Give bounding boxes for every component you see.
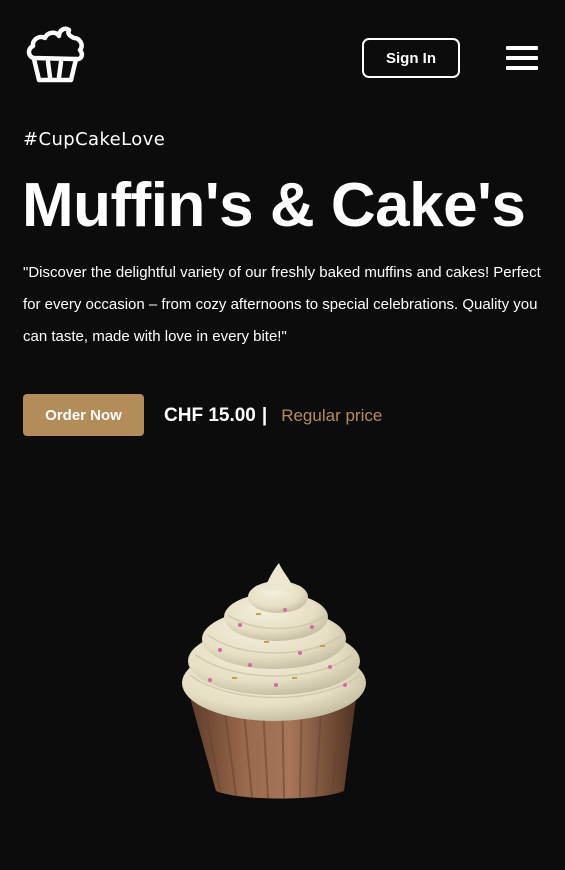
- cupcake-image: [180, 555, 390, 805]
- site-header: Sign In: [0, 0, 565, 115]
- price-separator: |: [261, 405, 268, 426]
- menu-line: [506, 56, 538, 60]
- hashtag: #CupCakeLove: [23, 129, 166, 150]
- hamburger-menu-icon[interactable]: [506, 46, 538, 70]
- sign-in-button[interactable]: Sign In: [362, 38, 460, 78]
- hero-description: "Discover the delightful variety of our …: [23, 264, 541, 345]
- hero-title: Muffin's & Cake's: [22, 171, 526, 240]
- menu-line: [506, 66, 538, 70]
- price-value: CHF 15.00: [164, 405, 256, 426]
- regular-price-label: Regular price: [281, 406, 383, 425]
- cupcake-logo-icon[interactable]: [24, 24, 86, 86]
- page: Sign In #CupCakeLove Muffin's & Cake's "…: [0, 0, 565, 870]
- menu-line: [506, 46, 538, 50]
- price-row: CHF 15.00 | Regular price: [164, 402, 382, 430]
- order-now-button[interactable]: Order Now: [23, 394, 144, 436]
